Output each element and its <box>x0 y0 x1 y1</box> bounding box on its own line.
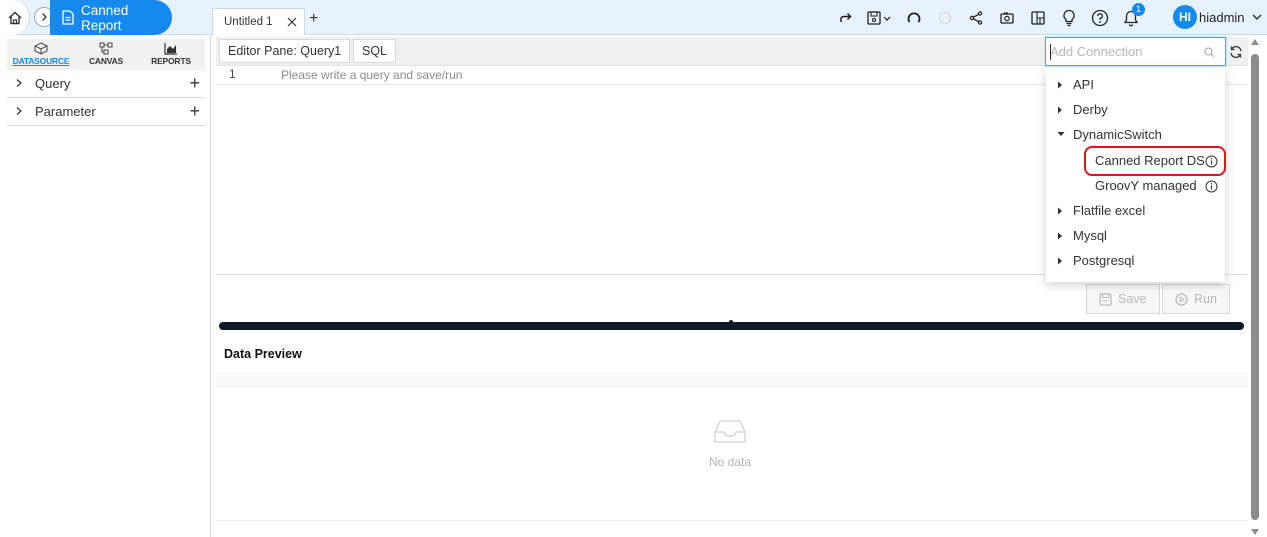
document-tabs: Untitled 1 + <box>212 0 832 35</box>
chevron-right-icon <box>14 106 24 116</box>
section-query[interactable]: Query + <box>7 70 205 98</box>
scrollbar-thumb[interactable] <box>1251 54 1259 520</box>
add-query-button[interactable]: + <box>189 74 200 92</box>
scroll-up-icon[interactable] <box>1250 38 1260 46</box>
connection-mysql[interactable]: Mysql <box>1046 223 1225 248</box>
connection-flatfile-excel[interactable]: Flatfile excel <box>1046 198 1225 223</box>
run-label: Run <box>1194 292 1217 306</box>
data-preview-title: Data Preview <box>224 347 302 361</box>
help-icon[interactable] <box>1088 6 1112 30</box>
caret-right-icon <box>1057 257 1063 265</box>
top-bar: Canned Report Untitled 1 + 1 HI hiadmin <box>0 0 1267 35</box>
text-cursor <box>1050 44 1051 60</box>
area-chart-icon <box>164 42 178 55</box>
empty-inbox-icon <box>713 418 747 444</box>
chevron-right-icon <box>39 12 49 22</box>
home-icon <box>7 10 23 26</box>
save-icon <box>1099 292 1112 306</box>
info-icon[interactable] <box>1205 180 1218 193</box>
database-cube-icon <box>34 42 48 55</box>
tab-datasource[interactable]: DATASOURCE <box>11 42 71 70</box>
undo-circle-icon[interactable] <box>902 6 926 30</box>
breadcrumb-canned-report[interactable]: Canned Report <box>50 0 172 35</box>
connection-dynamicswitch[interactable]: DynamicSwitch <box>1046 122 1225 147</box>
chevron-right-icon <box>14 78 24 88</box>
add-connection-input[interactable] <box>1050 40 1200 63</box>
tab-label: Untitled 1 <box>224 16 273 28</box>
line-number: 1 <box>229 67 236 81</box>
notifications-button[interactable]: 1 <box>1119 2 1145 30</box>
add-parameter-button[interactable]: + <box>189 102 200 120</box>
share-icon[interactable] <box>964 6 988 30</box>
editor-pane-button[interactable]: Editor Pane: Query1 <box>219 39 351 63</box>
loading-icon <box>933 6 957 30</box>
connection-api[interactable]: API <box>1046 72 1225 97</box>
section-label: Query <box>35 76 71 91</box>
caret-right-icon <box>1057 207 1063 215</box>
sidebar-nav: DATASOURCE CANVAS REPORTS <box>7 39 205 70</box>
search-icon <box>1204 47 1215 58</box>
play-circle-icon <box>1175 292 1188 306</box>
preview-divider <box>216 520 1248 521</box>
connection-groovy-managed[interactable]: GroovY managed <box>1046 173 1225 198</box>
chevron-down-icon[interactable] <box>1252 14 1262 21</box>
add-connection-search[interactable] <box>1045 37 1226 66</box>
tab-label: REPORTS <box>151 56 191 66</box>
redo-arrow-icon[interactable] <box>834 6 858 30</box>
canvas-nodes-icon <box>99 42 113 55</box>
section-label: Parameter <box>35 104 96 119</box>
breadcrumb-label: Canned Report <box>81 2 129 33</box>
connection-postgresql[interactable]: Postgresql <box>1046 248 1225 273</box>
home-button[interactable] <box>0 0 30 35</box>
save-label: Save <box>1118 292 1147 306</box>
caret-right-icon <box>1057 106 1063 114</box>
pane-splitter[interactable] <box>219 322 1244 330</box>
add-tab-button[interactable]: + <box>309 11 318 27</box>
connection-derby[interactable]: Derby <box>1046 97 1225 122</box>
close-icon[interactable] <box>286 16 298 28</box>
save-button[interactable]: Save <box>1086 284 1160 314</box>
lightbulb-icon[interactable] <box>1057 6 1081 30</box>
caret-down-icon <box>1057 131 1065 137</box>
avatar[interactable]: HI <box>1173 5 1197 29</box>
toolbar: 1 <box>834 0 1150 35</box>
user-name[interactable]: hiadmin <box>1199 10 1245 25</box>
highlight-ring <box>1084 146 1226 176</box>
caret-right-icon <box>1057 232 1063 240</box>
scroll-down-icon[interactable] <box>1250 528 1260 536</box>
caret-right-icon <box>1057 81 1063 89</box>
notification-badge: 1 <box>1132 2 1145 16</box>
tab-label: CANVAS <box>88 56 124 66</box>
editor-placeholder: Please write a query and save/run <box>281 68 463 82</box>
preview-table-header <box>216 372 1248 387</box>
empty-state: No data <box>690 418 770 469</box>
save-menu-icon[interactable] <box>865 6 895 30</box>
left-sidebar: DATASOURCE CANVAS REPORTS Query + Parame… <box>0 36 211 537</box>
run-button[interactable]: Run <box>1162 284 1230 314</box>
refresh-icon[interactable] <box>1229 45 1243 59</box>
section-parameter[interactable]: Parameter + <box>7 98 205 126</box>
report-doc-icon <box>61 10 75 25</box>
sql-mode-button[interactable]: SQL <box>353 39 397 63</box>
tab-canvas[interactable]: CANVAS <box>76 42 136 70</box>
empty-text: No data <box>708 455 752 469</box>
tab-untitled-1[interactable]: Untitled 1 <box>212 8 305 35</box>
tab-reports[interactable]: REPORTS <box>141 42 201 70</box>
camera-icon[interactable] <box>995 6 1019 30</box>
tab-label: DATASOURCE <box>12 56 70 66</box>
layout-icon[interactable] <box>1026 6 1050 30</box>
